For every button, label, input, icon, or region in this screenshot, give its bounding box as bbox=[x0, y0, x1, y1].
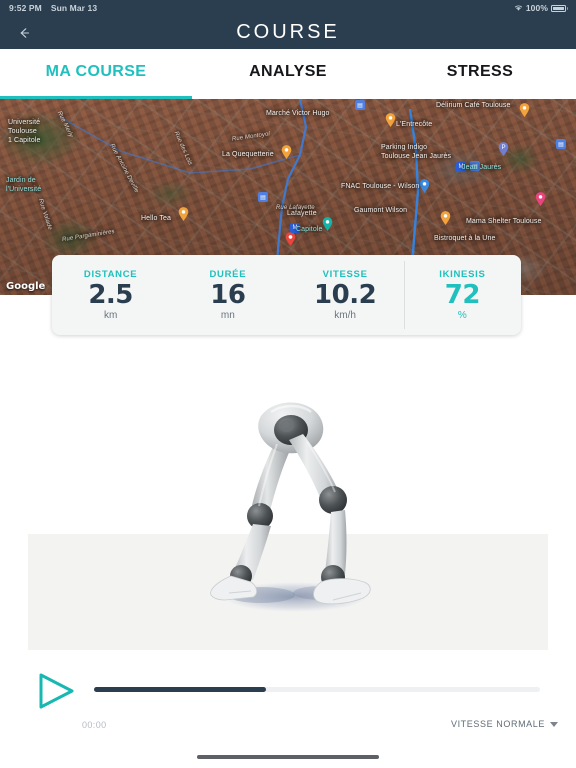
stat-vitesse-unit: km/h bbox=[334, 310, 356, 322]
stat-distance-unit: km bbox=[103, 310, 118, 322]
stat-duree-unit: mn bbox=[220, 310, 235, 322]
map-label-jean-jaures: Jean Jaurès bbox=[462, 164, 502, 171]
status-bar: 9:52 PM Sun Mar 13 100% bbox=[0, 0, 576, 16]
stat-ikinesis: IKINESIS 72 % bbox=[403, 255, 521, 335]
playback-current-time: 00:00 bbox=[82, 720, 107, 730]
map-label-fnac-wilson: FNAC Toulouse - Wilson bbox=[341, 183, 420, 190]
map-label-bistroquet: Bistroquet à la Une bbox=[434, 235, 496, 242]
map-label-entrecote: L'Entrecôte bbox=[396, 121, 433, 128]
status-bar-date: Sun Mar 13 bbox=[50, 3, 98, 13]
back-arrow-icon bbox=[17, 26, 31, 40]
playback-controls: 00:00 VITESSE NORMALE bbox=[0, 660, 576, 768]
tab-analyse[interactable]: ANALYSE bbox=[192, 49, 384, 99]
playback-speed-label: VITESSE NORMALE bbox=[450, 719, 545, 729]
stat-vitesse-label: VITESSE bbox=[322, 268, 368, 280]
stat-ikinesis-unit: % bbox=[457, 310, 467, 322]
map-pin-cinema[interactable] bbox=[322, 217, 333, 231]
battery-full-icon bbox=[551, 4, 568, 12]
map-label-capitole: Capitole bbox=[296, 226, 323, 233]
stat-duree: DURÉE 16 mn bbox=[169, 255, 286, 335]
status-bar-right-cluster: 100% bbox=[514, 3, 568, 13]
stat-vitesse: VITESSE 10.2 km/h bbox=[287, 255, 404, 335]
map-label-universite-toulouse: Université Toulouse 1 Capitole bbox=[8, 119, 41, 144]
map-label-parking-indigo: Parking Indigo Toulouse Jean Jaurès bbox=[381, 144, 452, 160]
map-pin-hotel[interactable] bbox=[535, 192, 546, 206]
stat-distance-value: 2.5 bbox=[88, 279, 133, 310]
google-attribution-logo: Google bbox=[6, 281, 46, 292]
map-street-rue-lafayette: Rue Lafayette bbox=[276, 205, 315, 211]
battery-percent-label: 100% bbox=[525, 3, 548, 13]
tab-ma-course[interactable]: MA COURSE bbox=[0, 49, 192, 99]
map-pin-current-location[interactable] bbox=[285, 232, 296, 246]
stat-ikinesis-label: IKINESIS bbox=[439, 268, 486, 280]
map-pin-store[interactable] bbox=[419, 179, 430, 193]
map-pin-restaurant[interactable] bbox=[385, 113, 396, 127]
playback-progress-fill bbox=[94, 687, 266, 692]
map-pin-poi[interactable] bbox=[281, 145, 292, 159]
play-triangle-icon bbox=[34, 671, 78, 711]
map-label-mama-shelter: Mama Shelter Toulouse bbox=[466, 218, 542, 225]
home-indicator bbox=[197, 755, 379, 759]
stat-duree-label: DURÉE bbox=[209, 268, 247, 280]
app-header: COURSE bbox=[0, 16, 576, 49]
page-title: COURSE bbox=[236, 21, 340, 43]
back-button[interactable] bbox=[9, 16, 39, 49]
svg-text:P: P bbox=[501, 144, 505, 151]
map-label-jardin-universite: Jardin de l'Université bbox=[6, 177, 42, 193]
stat-ikinesis-value: 72 bbox=[444, 279, 481, 310]
map-transit-badge-3[interactable]: ▤ bbox=[355, 100, 365, 110]
map-label-marche-victor-hugo: Marché Victor Hugo bbox=[266, 110, 330, 117]
map-label-delirium-cafe: Délirium Café Toulouse bbox=[436, 102, 511, 109]
playback-speed-dropdown[interactable]: VITESSE NORMALE bbox=[451, 719, 558, 729]
map-transit-badge-2[interactable]: ▤ bbox=[556, 139, 566, 149]
status-bar-time: 9:52 PM bbox=[9, 3, 42, 13]
map-label-la-quequetterie: La Quequetterie bbox=[222, 151, 274, 158]
map-pin-parking[interactable]: P bbox=[498, 142, 509, 156]
stat-distance: DISTANCE 2.5 km bbox=[52, 255, 169, 335]
motion-viewer[interactable] bbox=[0, 335, 576, 660]
run-summary-card: DISTANCE 2.5 km DURÉE 16 mn VITESSE 10.2… bbox=[52, 255, 521, 335]
map-label-hello-tea: Hello Tea bbox=[141, 215, 171, 222]
running-avatar-3d-model[interactable] bbox=[183, 390, 393, 630]
map-pin-cafe[interactable] bbox=[519, 103, 530, 117]
map-label-gaumont-wilson: Gaumont Wilson bbox=[354, 207, 408, 214]
chevron-down-icon bbox=[550, 721, 558, 727]
stat-distance-label: DISTANCE bbox=[83, 268, 138, 280]
map-pin-restaurant-2[interactable] bbox=[440, 211, 451, 225]
map-pin-tea-shop[interactable] bbox=[178, 207, 189, 221]
tab-bar: MA COURSE ANALYSE STRESS bbox=[0, 49, 576, 99]
stat-vitesse-value: 10.2 bbox=[314, 279, 377, 310]
play-button[interactable] bbox=[34, 671, 78, 711]
wifi-icon bbox=[514, 4, 523, 12]
stat-duree-value: 16 bbox=[210, 279, 246, 310]
tab-stress[interactable]: STRESS bbox=[384, 49, 576, 99]
map-transit-badge-4[interactable]: ▤ bbox=[258, 192, 268, 202]
playback-progress-slider[interactable] bbox=[94, 687, 540, 692]
